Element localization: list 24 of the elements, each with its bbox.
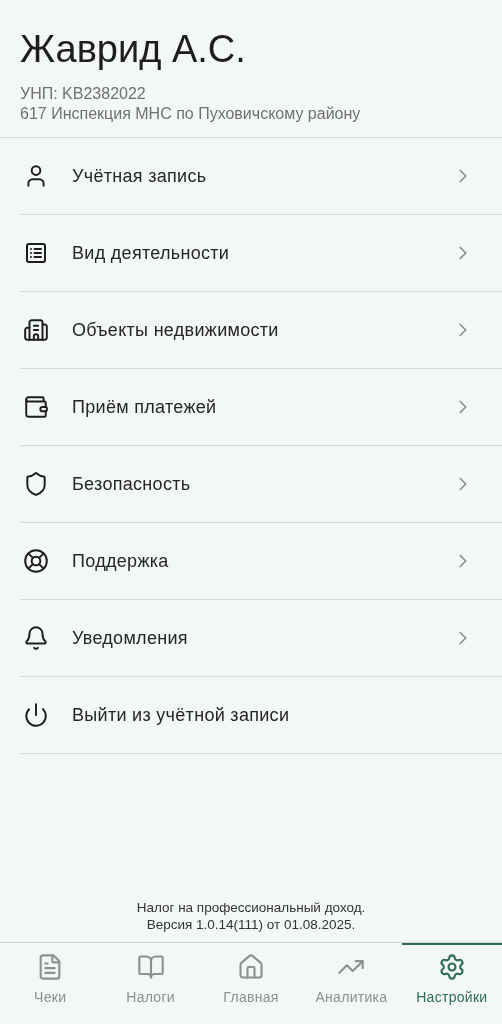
menu-item[interactable]: Приём платежей — [20, 369, 502, 446]
menu-item[interactable]: Учётная запись — [20, 138, 502, 215]
settings-icon — [437, 953, 466, 981]
wallet-icon — [23, 394, 49, 420]
user-name: Жаврид А.С. — [20, 28, 246, 71]
bell-icon — [23, 625, 49, 651]
nav-tab[interactable]: Настройки — [401, 943, 502, 1024]
app-info: Налог на профессиональный доход. — [136, 900, 366, 915]
list-icon — [24, 241, 48, 265]
menu-item[interactable]: Выйти из учётной записи — [20, 677, 502, 754]
lifebuoy-icon — [23, 548, 49, 574]
menu-item[interactable]: Объекты недвижимости — [20, 292, 502, 369]
book-icon — [136, 953, 165, 981]
app-info: Версия 1.0.14(111) от 01.08.2025. — [146, 917, 356, 932]
menu-item[interactable]: Вид деятельности — [20, 215, 502, 292]
power-icon — [23, 702, 49, 728]
unp-number: УНП: KB2382022 — [20, 85, 146, 103]
tax-inspection: 617 Инспекция МНС по Пуховичскому району — [20, 105, 361, 123]
menu-item[interactable]: Уведомления — [20, 600, 502, 677]
building-icon — [23, 317, 49, 343]
home-icon — [237, 953, 265, 981]
menu-item[interactable]: Поддержка — [20, 523, 502, 600]
shield-icon — [23, 471, 49, 497]
menu-item[interactable]: Безопасность — [20, 446, 502, 523]
